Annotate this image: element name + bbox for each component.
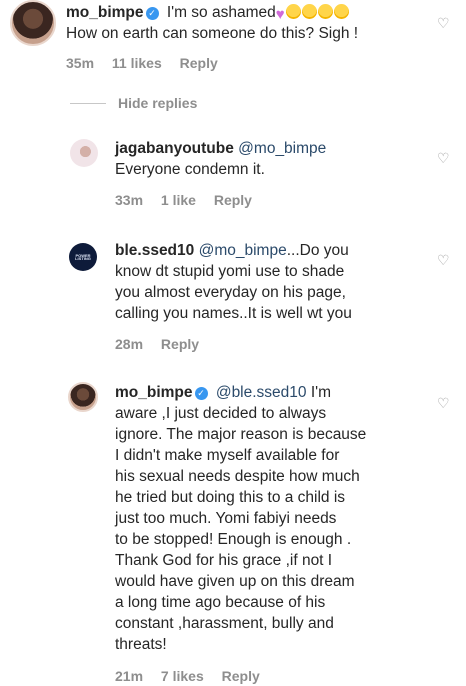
comment-text-line: would have given up on this dream xyxy=(115,573,355,590)
comment-text-line: just too much. Yomi fabiyi needs xyxy=(115,510,337,527)
timestamp: 28m xyxy=(115,336,144,352)
comment-meta: 28m Reply xyxy=(115,336,213,352)
comment-meta: 33m 1 like Reply xyxy=(115,192,266,208)
hide-replies-button[interactable]: Hide replies xyxy=(118,95,197,111)
comment-text-line: How on earth can someone do this? Sigh ! xyxy=(66,25,359,42)
comment-meta: 21m 7 likes Reply xyxy=(115,668,274,684)
heart-outline-icon[interactable]: ♡ xyxy=(437,253,451,267)
comment-text-line: you almost everyday on his page, xyxy=(115,284,346,301)
reply-button[interactable]: Reply xyxy=(180,55,218,71)
avatar[interactable] xyxy=(68,382,98,412)
avatar-text: POWER LISTING xyxy=(75,253,91,261)
avatar[interactable] xyxy=(10,0,56,46)
timestamp: 35m xyxy=(66,55,95,71)
comment-body: mo_bimpe ✓ @ble.ssed10 I'm aware ,I just … xyxy=(115,382,366,655)
heart-outline-icon[interactable]: ♡ xyxy=(437,396,451,410)
comment-text-line: I didn't make myself available for xyxy=(115,447,340,464)
comment-text-line: a long time ago because of his xyxy=(115,594,326,611)
comment-text-line: aware ,I just decided to always xyxy=(115,405,327,422)
comment-text-line: Everyone condemn it. xyxy=(115,161,265,178)
heart-outline-icon[interactable]: ♡ xyxy=(437,16,451,30)
comment-text-line: I'm xyxy=(310,384,332,401)
comment-meta: 35m 11 likes Reply xyxy=(66,55,232,71)
sad-face-icon xyxy=(301,4,317,19)
comment-text-line: Thank God for his grace ,if not I xyxy=(115,552,333,569)
comment-body: ble.ssed10 @mo_bimpe...Do you know dt st… xyxy=(115,240,352,324)
verified-badge-icon: ✓ xyxy=(194,387,208,400)
replies-divider xyxy=(70,103,106,104)
likes-count[interactable]: 1 like xyxy=(161,192,196,208)
comment-text-line: calling you names..It is well wt you xyxy=(115,305,352,322)
comment-text-line: he tried but doing this to a child is xyxy=(115,489,346,506)
username[interactable]: jagabanyoutube xyxy=(115,140,234,157)
sad-face-icon xyxy=(317,4,333,19)
comment-text: I'm so ashamed xyxy=(166,4,276,21)
sad-face-icon xyxy=(285,4,301,19)
purple-heart-icon: ♥ xyxy=(275,6,285,23)
username[interactable]: mo_bimpe xyxy=(115,384,193,401)
mention-link[interactable]: @mo_bimpe xyxy=(199,242,287,259)
comment-body: jagabanyoutube @mo_bimpe Everyone condem… xyxy=(115,138,326,180)
comment-text-line: ...Do you xyxy=(286,242,349,259)
reply-button[interactable]: Reply xyxy=(214,192,252,208)
comment-text-line: to be stopped! Enough is enough . xyxy=(115,531,352,548)
reply-button[interactable]: Reply xyxy=(161,336,199,352)
comment-text-line: ignore. The major reason is because xyxy=(115,426,367,443)
mention-link[interactable]: @ble.ssed10 xyxy=(216,384,307,401)
comment-text-line: his sexual needs despite how much xyxy=(115,468,360,485)
username[interactable]: mo_bimpe xyxy=(66,4,144,21)
mention-link[interactable]: @mo_bimpe xyxy=(238,140,326,157)
comment-text-line: know dt stupid yomi use to shade xyxy=(115,263,345,280)
comment-text-line: constant ,harassment, bully and xyxy=(115,615,334,632)
username[interactable]: ble.ssed10 xyxy=(115,242,194,259)
reply-button[interactable]: Reply xyxy=(222,668,260,684)
likes-count[interactable]: 7 likes xyxy=(161,668,204,684)
timestamp: 21m xyxy=(115,668,144,684)
timestamp: 33m xyxy=(115,192,144,208)
sad-face-icon xyxy=(333,4,349,19)
heart-outline-icon[interactable]: ♡ xyxy=(437,151,451,165)
comment-body: mo_bimpe ✓ I'm so ashamed♥ How on earth c… xyxy=(66,2,358,44)
likes-count[interactable]: 11 likes xyxy=(112,55,162,71)
comment-text-line: threats! xyxy=(115,636,167,653)
avatar[interactable] xyxy=(70,139,98,167)
avatar[interactable]: POWER LISTING xyxy=(69,243,97,271)
verified-badge-icon: ✓ xyxy=(145,7,159,20)
